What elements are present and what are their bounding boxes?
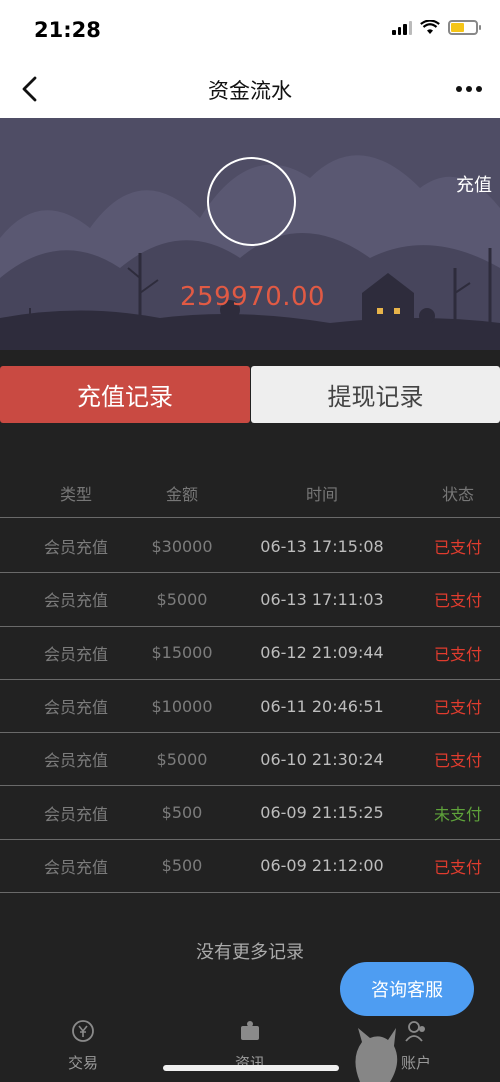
table-row[interactable]: 会员充值 $30000 06-13 17:15:08 已支付 <box>0 520 500 574</box>
row-amount: $30000 <box>151 536 213 556</box>
row-type: 会员充值 <box>43 751 108 771</box>
avatar[interactable] <box>207 157 296 246</box>
row-amount: $5000 <box>156 749 208 769</box>
row-type: 会员充值 <box>43 804 108 824</box>
balance-banner: 259970.00 充值 <box>0 118 500 350</box>
row-status: 未支付 <box>433 804 482 824</box>
row-amount: $500 <box>161 856 203 876</box>
header-type: 类型 <box>59 484 92 504</box>
cat-watermark-icon <box>355 1028 398 1082</box>
records-table: 会员充值 $30000 06-13 17:15:08 已支付 会员充值 $500… <box>0 520 500 894</box>
row-type: 会员充值 <box>43 698 108 718</box>
tab-trade[interactable]: 交易 <box>43 1018 123 1073</box>
nav-bar: 资金流水 <box>0 60 500 118</box>
row-time: 06-13 17:11:03 <box>260 589 384 609</box>
table-row[interactable]: 会员充值 $500 06-09 21:15:25 未支付 <box>0 786 500 840</box>
battery-icon <box>448 20 481 35</box>
status-bar: 21:28 <box>0 0 500 60</box>
news-icon <box>241 1021 259 1040</box>
row-amount: $15000 <box>151 643 213 663</box>
row-status: 已支付 <box>433 538 482 558</box>
home-indicator <box>163 1065 339 1071</box>
row-time: 06-11 20:46:51 <box>260 696 384 716</box>
header-time: 时间 <box>305 484 338 504</box>
row-time: 06-13 17:15:08 <box>260 536 384 556</box>
yen-exchange-icon <box>72 1020 94 1042</box>
table-row[interactable]: 会员充值 $5000 06-13 17:11:03 已支付 <box>0 573 500 627</box>
page-title: 资金流水 <box>208 79 292 103</box>
row-status: 已支付 <box>433 857 482 877</box>
table-header: 类型 金额 时间 状态 <box>0 468 500 518</box>
status-time: 21:28 <box>34 18 101 42</box>
no-more-records: 没有更多记录 <box>196 942 304 963</box>
row-time: 06-09 21:12:00 <box>260 856 384 876</box>
row-time: 06-09 21:15:25 <box>260 803 384 823</box>
row-status: 已支付 <box>433 698 482 718</box>
row-type: 会员充值 <box>43 538 108 558</box>
tab-recharge-records[interactable]: 充值记录 <box>0 366 250 423</box>
table-row[interactable]: 会员充值 $500 06-09 21:12:00 已支付 <box>0 840 500 894</box>
balance-amount: 259970.00 <box>180 282 326 312</box>
row-amount: $10000 <box>151 696 213 716</box>
wifi-icon <box>420 20 440 34</box>
row-type: 会员充值 <box>43 644 108 664</box>
row-status: 已支付 <box>433 751 482 771</box>
row-amount: $500 <box>161 803 203 823</box>
row-time: 06-12 21:09:44 <box>260 643 384 663</box>
header-amount: 金额 <box>165 484 198 504</box>
row-amount: $5000 <box>156 589 208 609</box>
signal-icon <box>392 20 412 35</box>
header-status: 状态 <box>441 484 474 504</box>
row-status: 已支付 <box>433 591 482 611</box>
table-row[interactable]: 会员充值 $15000 06-12 21:09:44 已支付 <box>0 627 500 680</box>
row-type: 会员充值 <box>43 591 108 611</box>
table-row[interactable]: 会员充值 $5000 06-10 21:30:24 已支付 <box>0 733 500 787</box>
more-dots-icon[interactable] <box>456 86 482 92</box>
table-row[interactable]: 会员充值 $10000 06-11 20:46:51 已支付 <box>0 680 500 734</box>
customer-service-button[interactable]: 咨询客服 <box>340 962 474 1016</box>
row-status: 已支付 <box>433 644 482 664</box>
row-type: 会员充值 <box>43 857 108 877</box>
recharge-link[interactable]: 充值 <box>456 171 492 197</box>
status-icons <box>392 20 481 35</box>
tab-trade-label: 交易 <box>67 1054 98 1072</box>
tab-withdraw-records[interactable]: 提现记录 <box>251 366 500 423</box>
row-time: 06-10 21:30:24 <box>260 749 384 769</box>
